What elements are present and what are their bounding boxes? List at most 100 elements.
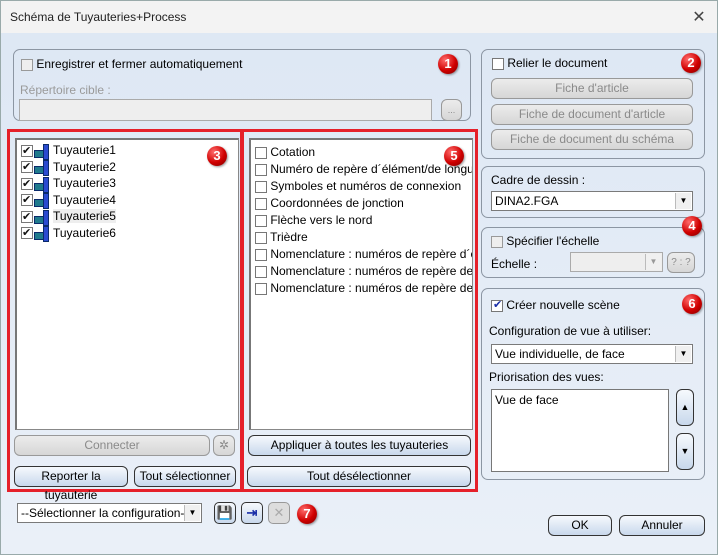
link-doc-check[interactable] — [492, 57, 504, 70]
link-doc-label: Relier le document — [507, 56, 608, 70]
option-label: Flèche vers le nord — [270, 213, 373, 227]
pipe-checkbox[interactable] — [21, 143, 33, 160]
chevron-down-icon[interactable]: ▼ — [645, 254, 661, 270]
auto-save-check[interactable] — [21, 58, 33, 71]
apply-all-button[interactable]: Appliquer à toutes les tuyauteries — [248, 435, 471, 456]
priority-label: Priorisation des vues: — [489, 370, 604, 384]
select-all-button[interactable]: Tout sélectionner — [134, 466, 236, 487]
config-value: --Sélectionner la configuration-- — [21, 506, 189, 520]
scale-select[interactable]: ▼ — [570, 252, 663, 272]
move-up-button[interactable]: ▲ — [676, 389, 694, 426]
link-doc-checkbox[interactable]: Relier le document — [492, 56, 607, 70]
save-icon[interactable]: 💾 — [214, 502, 236, 524]
specify-scale-checkbox[interactable]: Spécifier l'échelle — [491, 234, 599, 248]
article-sheet-button[interactable]: Fiche d'article — [491, 78, 693, 99]
badge-7: 7 — [297, 504, 317, 524]
dialog-window: Schéma de Tuyauteries+Process ✕ Enregist… — [0, 0, 718, 555]
pipe-icon — [34, 160, 50, 177]
options-section: Cotation Numéro de repère d´élément/de l… — [241, 129, 478, 492]
frame-value: DINA2.FGA — [495, 194, 559, 208]
article-doc-sheet-button[interactable]: Fiche de document d'article — [491, 104, 693, 125]
specify-scale-label: Spécifier l'échelle — [506, 234, 600, 248]
schema-doc-sheet-button[interactable]: Fiche de document du schéma — [491, 129, 693, 150]
option-list-item[interactable]: Nomenclature : numéros de repère d´élé..… — [255, 246, 472, 263]
option-checkbox[interactable] — [255, 214, 267, 227]
pipe-list-item[interactable]: Tuyauterie6 — [21, 225, 116, 243]
options-list[interactable]: Cotation Numéro de repère d´élément/de l… — [249, 138, 473, 430]
priority-list[interactable]: Vue de face — [491, 389, 669, 472]
create-scene-check[interactable] — [491, 298, 503, 312]
badge-3: 3 — [207, 146, 227, 166]
option-label: Trièdre — [270, 230, 308, 244]
pipe-icon — [34, 209, 50, 226]
option-checkbox[interactable] — [255, 180, 267, 193]
pipe-list-item[interactable]: Tuyauterie2 — [21, 159, 116, 177]
target-dir-input[interactable] — [19, 99, 432, 121]
chevron-down-icon[interactable]: ▼ — [675, 193, 691, 209]
close-icon[interactable]: ✕ — [689, 7, 709, 27]
option-list-item[interactable]: Symboles et numéros de connexion — [255, 178, 461, 195]
pipe-label: Tuyauterie2 — [53, 159, 116, 174]
pipe-checkbox[interactable] — [21, 192, 33, 209]
view-config-select[interactable]: Vue individuelle, de face ▼ — [491, 344, 693, 364]
pipe-checkbox[interactable] — [21, 176, 33, 193]
view-config-label: Configuration de vue à utiliser: — [489, 324, 652, 338]
pipe-list-item[interactable]: Tuyauterie3 — [21, 175, 116, 193]
pipe-checkbox[interactable] — [21, 225, 33, 242]
pipe-label: Tuyauterie1 — [53, 143, 116, 157]
chevron-down-icon[interactable]: ▼ — [184, 505, 200, 521]
view-config-value: Vue individuelle, de face — [495, 347, 625, 361]
option-list-item[interactable]: Cotation — [255, 144, 315, 161]
create-scene-label: Créer nouvelle scène — [506, 298, 620, 312]
ok-button[interactable]: OK — [548, 515, 612, 536]
title-bar: Schéma de Tuyauteries+Process ✕ — [1, 1, 717, 33]
browse-button[interactable]: ... — [441, 99, 462, 121]
config-select[interactable]: --Sélectionner la configuration-- ▼ — [17, 503, 202, 523]
option-checkbox[interactable] — [255, 282, 267, 295]
option-checkbox[interactable] — [255, 163, 267, 176]
option-list-item[interactable]: Numéro de repère d´élément/de longueur — [255, 161, 472, 178]
delete-icon[interactable]: ✕ — [268, 502, 290, 524]
option-checkbox[interactable] — [255, 248, 267, 261]
option-checkbox[interactable] — [255, 146, 267, 159]
deselect-all-button[interactable]: Tout désélectionner — [247, 466, 471, 487]
option-checkbox[interactable] — [255, 231, 267, 244]
chevron-down-icon[interactable]: ▼ — [675, 346, 691, 362]
report-pipe-button[interactable]: Reporter la tuyauterie — [14, 466, 128, 502]
auto-save-label: Enregistrer et fermer automatiquement — [36, 57, 243, 71]
option-label: Nomenclature : numéros de repère de r... — [270, 264, 473, 278]
pipe-checkbox[interactable] — [21, 209, 33, 226]
puzzle-icon[interactable]: ✲ — [213, 435, 235, 456]
ratio-button[interactable]: ? : ? — [667, 252, 695, 273]
create-scene-checkbox[interactable]: Créer nouvelle scène — [491, 298, 620, 312]
specify-scale-check[interactable] — [491, 235, 503, 248]
option-checkbox[interactable] — [255, 197, 267, 210]
priority-item[interactable]: Vue de face — [495, 392, 559, 409]
option-list-item[interactable]: Coordonnées de jonction — [255, 195, 404, 212]
frame-select[interactable]: DINA2.FGA ▼ — [491, 191, 693, 211]
pipe-label: Tuyauterie3 — [53, 176, 116, 190]
pipe-checkbox[interactable] — [21, 159, 33, 176]
pipe-list-item[interactable]: Tuyauterie1 — [21, 142, 116, 160]
option-label: Symboles et numéros de connexion — [270, 179, 462, 193]
import-icon[interactable]: ⇥ — [241, 502, 263, 524]
option-list-item[interactable]: Nomenclature : numéros de repère de r... — [255, 263, 473, 280]
pipe-list-item[interactable]: Tuyauterie5 — [21, 208, 116, 226]
frame-group: Cadre de dessin : DINA2.FGA ▼ — [481, 166, 705, 218]
scene-group: Créer nouvelle scène 6 Configuration de … — [481, 288, 705, 480]
pipe-label: Tuyauterie6 — [53, 225, 116, 240]
option-label: Nomenclature : numéros de repère de c... — [270, 281, 473, 295]
pipe-list-item[interactable]: Tuyauterie4 — [21, 192, 116, 210]
auto-save-checkbox[interactable]: Enregistrer et fermer automatiquement — [21, 57, 242, 71]
option-list-item[interactable]: Flèche vers le nord — [255, 212, 372, 229]
option-checkbox[interactable] — [255, 265, 267, 278]
window-title: Schéma de Tuyauteries+Process — [10, 10, 187, 24]
badge-5: 5 — [444, 146, 464, 166]
cancel-button[interactable]: Annuler — [619, 515, 705, 536]
option-label: Cotation — [270, 145, 316, 159]
move-down-button[interactable]: ▼ — [676, 433, 694, 470]
connect-button[interactable]: Connecter — [14, 435, 210, 456]
pipes-list[interactable]: Tuyauterie1 Tuyauterie2 Tuyauterie3 Tuyaute… — [15, 138, 239, 430]
option-list-item[interactable]: Trièdre — [255, 229, 308, 246]
option-list-item[interactable]: Nomenclature : numéros de repère de c... — [255, 280, 473, 297]
